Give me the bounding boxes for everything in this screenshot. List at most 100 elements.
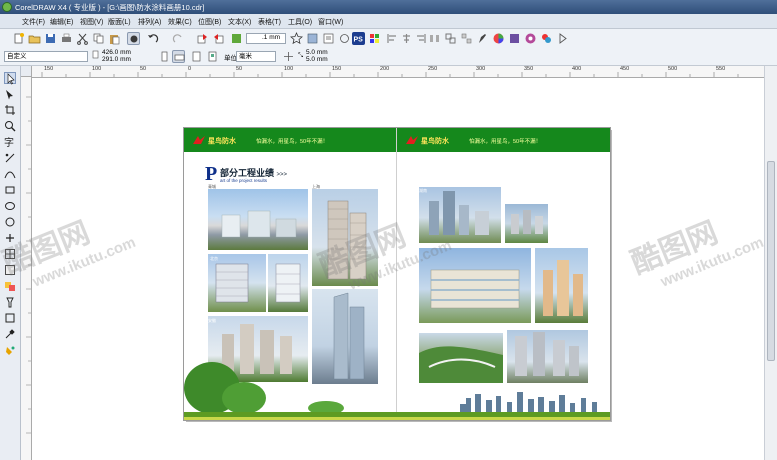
project-photo[interactable]	[208, 254, 266, 312]
coreldraw-app-icon	[2, 2, 12, 12]
photo-caption: 青城	[208, 184, 216, 189]
ruler-tick-label: 0	[188, 66, 192, 72]
all-pages-icon[interactable]	[190, 50, 203, 63]
ruler-tick-label: 150	[332, 66, 342, 72]
fill-color-icon[interactable]	[508, 32, 521, 45]
open-folder-icon[interactable]	[28, 32, 41, 45]
copy-icon[interactable]	[92, 32, 105, 45]
menu-arrange[interactable]: 排列(A)	[138, 17, 161, 27]
export-icon[interactable]	[212, 32, 225, 45]
duplicate-x-value[interactable]: 5.0 mm	[306, 49, 328, 56]
menu-table[interactable]: 表格(T)	[258, 17, 281, 27]
current-page-icon[interactable]	[206, 50, 219, 63]
new-document-icon[interactable]	[12, 32, 25, 45]
outline-tool-icon[interactable]	[4, 312, 16, 324]
footer-accent-line	[184, 417, 610, 420]
menu-effects[interactable]: 效果(C)	[168, 17, 192, 27]
menu-file[interactable]: 文件(F)	[22, 17, 45, 27]
vertical-scrollbar[interactable]	[764, 66, 777, 460]
cut-icon[interactable]	[76, 32, 89, 45]
print-icon[interactable]	[60, 32, 73, 45]
welcome-star-icon[interactable]	[290, 32, 303, 45]
horizontal-ruler[interactable]: 150 100 50 0 50 100 150 200 250 300 350 …	[32, 66, 764, 78]
ruler-tick-label: 200	[380, 66, 390, 72]
zoom-tool-icon[interactable]	[4, 120, 16, 132]
menu-window[interactable]: 窗口(W)	[318, 17, 343, 27]
photo-caption: 上海	[312, 184, 320, 189]
portrait-icon[interactable]	[158, 50, 171, 63]
align-right-icon[interactable]	[414, 32, 427, 45]
menu-view[interactable]: 视图(V)	[80, 17, 103, 27]
palette-icon[interactable]	[524, 32, 537, 45]
crop-tool-icon[interactable]	[4, 104, 16, 116]
brand-name: 星鸟防水	[208, 138, 236, 145]
redo-icon[interactable]	[172, 32, 185, 45]
menu-bitmaps[interactable]: 位图(B)	[198, 17, 221, 27]
undo-icon[interactable]	[146, 32, 159, 45]
scrollbar-thumb[interactable]	[767, 161, 775, 361]
project-photo[interactable]	[507, 330, 588, 383]
ruler-origin[interactable]	[20, 66, 32, 77]
group-icon[interactable]	[444, 32, 457, 45]
menu-edit[interactable]: 编辑(E)	[50, 17, 73, 27]
project-photo[interactable]	[268, 254, 308, 312]
project-photo[interactable]	[208, 189, 308, 250]
pick-tool-icon[interactable]	[4, 72, 16, 85]
page-preset-select[interactable]: 自定义	[4, 51, 88, 62]
brand-logo-icon	[193, 136, 205, 144]
photo-caption: 湖南	[419, 188, 427, 193]
color-styles-icon[interactable]	[540, 32, 553, 45]
rectangle-tool-icon[interactable]	[4, 184, 16, 196]
section-initial: P	[205, 163, 218, 185]
freehand-tool-icon[interactable]: 字	[4, 136, 16, 149]
view-mode-icon[interactable]	[127, 32, 140, 45]
bezier-tool-icon[interactable]	[4, 168, 16, 180]
ruler-tick-label: 150	[44, 66, 54, 72]
ruler-tick-label: 100	[284, 66, 294, 72]
ungroup-icon[interactable]	[460, 32, 473, 45]
pen-tool-icon[interactable]	[476, 32, 489, 45]
fill-tool-icon[interactable]	[4, 344, 16, 356]
align-left-icon[interactable]	[386, 32, 399, 45]
ruler-tick-label: 450	[620, 66, 630, 72]
corel-online-icon[interactable]	[306, 32, 319, 45]
nudge-offset-value[interactable]: .1 mm	[262, 34, 280, 41]
property-bar: 自定义 426.0 mm 291.0 mm 单位: 毫米 ⤡ 5.0 mm 5.…	[0, 48, 777, 66]
eyedropper-tool-icon[interactable]	[4, 328, 16, 340]
options-icon[interactable]	[322, 32, 335, 45]
ruler-tick-label: 350	[524, 66, 534, 72]
project-photo[interactable]	[505, 204, 548, 243]
align-center-icon[interactable]	[400, 32, 413, 45]
save-icon[interactable]	[44, 32, 57, 45]
units-select[interactable]: 毫米	[236, 51, 276, 62]
distribute-icon[interactable]	[428, 32, 441, 45]
window-title: CorelDRAW X4 ( 专业版 ) - [G:\画图\防水涂料画册10.c…	[15, 3, 205, 12]
ellipse-tool-icon[interactable]	[4, 200, 16, 212]
landscape-icon[interactable]	[172, 50, 185, 63]
application-launcher-icon[interactable]	[230, 32, 243, 45]
menu-text[interactable]: 文本(X)	[228, 17, 251, 27]
section-title-text: 部分工程业绩	[220, 168, 275, 178]
import-icon[interactable]	[196, 32, 209, 45]
transparency-tool-icon[interactable]	[4, 296, 16, 308]
project-photo[interactable]	[419, 333, 503, 383]
color-wheel-icon[interactable]	[492, 32, 505, 45]
menu-tools[interactable]: 工具(O)	[288, 17, 312, 27]
project-photo[interactable]	[535, 248, 588, 323]
duplicate-y-value[interactable]: 5.0 mm	[306, 56, 328, 63]
brand-name: 星鸟防水	[421, 138, 449, 145]
menu-layout[interactable]: 版面(L)	[108, 17, 131, 27]
shape-tool-icon[interactable]	[4, 88, 16, 100]
color-layout-icon[interactable]	[368, 32, 381, 45]
smart-fill-tool-icon[interactable]	[4, 152, 16, 164]
polygon-tool-icon[interactable]	[4, 216, 16, 228]
page-height-value[interactable]: 291.0 mm	[102, 56, 131, 63]
page-width-value[interactable]: 426.0 mm	[102, 49, 131, 56]
snap-options-icon[interactable]	[338, 32, 351, 45]
photoshop-icon[interactable]: PS	[352, 32, 365, 45]
ruler-tick-label: 500	[668, 66, 678, 72]
paste-icon[interactable]	[108, 32, 121, 45]
ruler-tick-label: 550	[716, 66, 726, 72]
play-macro-icon[interactable]	[556, 32, 569, 45]
ruler-tick-label: 50	[236, 66, 243, 72]
